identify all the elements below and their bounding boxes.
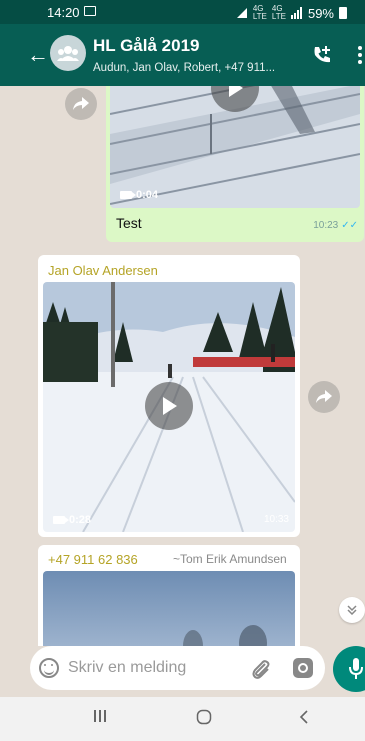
sender-profile-name: ~Tom Erik Amundsen xyxy=(173,552,287,566)
double-chevron-down-icon xyxy=(347,605,357,615)
play-icon xyxy=(229,86,243,97)
forward-icon xyxy=(316,390,332,403)
sender-phone[interactable]: +47 911 62 836 xyxy=(48,552,138,567)
voice-record-button[interactable] xyxy=(333,646,365,692)
incoming-video-message[interactable]: Jan Olav Andersen 0:28 10:33 xyxy=(38,255,300,537)
message-list[interactable]: 0:04 Test 10:23 ✓✓ Jan Olav Andersen 0:2… xyxy=(0,86,365,646)
play-icon xyxy=(163,397,177,415)
add-call-button[interactable] xyxy=(311,44,333,71)
message-composer xyxy=(30,646,325,690)
status-indicators: 4G LTE 4G LTE 59% xyxy=(236,5,347,21)
attach-icon[interactable] xyxy=(250,658,272,685)
network-4g-icon: 4G LTE xyxy=(252,4,267,21)
forward-button[interactable] xyxy=(65,88,97,120)
group-icon xyxy=(57,46,79,61)
video-thumbnail[interactable]: 0:28 10:33 xyxy=(43,282,295,532)
video-duration: 0:28 xyxy=(53,514,91,526)
paperclip-icon xyxy=(252,660,270,679)
overflow-menu-icon[interactable] xyxy=(358,46,362,67)
phone-plus-icon xyxy=(314,46,330,63)
video-camera-icon xyxy=(53,516,69,524)
video-thumbnail[interactable]: 0:04 xyxy=(110,86,360,208)
forward-button[interactable] xyxy=(308,381,340,413)
scroll-to-bottom-button[interactable] xyxy=(339,597,365,623)
play-button[interactable] xyxy=(145,382,193,430)
chat-title[interactable]: HL Gålå 2019 xyxy=(93,36,199,56)
outgoing-video-message[interactable]: 0:04 Test 10:23 ✓✓ xyxy=(106,86,364,242)
back-icon[interactable] xyxy=(298,709,310,730)
status-time: 14:20 xyxy=(47,5,80,20)
microphone-icon xyxy=(349,658,363,679)
sender-name[interactable]: Jan Olav Andersen xyxy=(48,263,158,278)
message-caption: Test xyxy=(116,215,142,231)
mute-signal-icon xyxy=(236,8,247,18)
video-duration: 0:04 xyxy=(120,189,158,201)
battery-percent: 59% xyxy=(307,5,334,21)
system-nav-bar xyxy=(0,697,365,741)
signal-bars-icon xyxy=(290,7,302,19)
home-icon[interactable] xyxy=(196,709,212,730)
message-input[interactable] xyxy=(68,656,238,680)
message-time: 10:23 ✓✓ xyxy=(313,220,358,231)
forward-icon xyxy=(73,97,89,110)
network-4g-icon-2: 4G LTE xyxy=(271,4,286,21)
group-avatar[interactable] xyxy=(50,35,86,71)
video-camera-icon xyxy=(120,191,136,199)
message-time: 10:33 xyxy=(263,514,289,525)
back-arrow-icon[interactable]: ← xyxy=(27,44,49,66)
chat-header: ← HL Gålå 2019 Audun, Jan Olav, Robert, … xyxy=(0,24,365,86)
chat-participants[interactable]: Audun, Jan Olav, Robert, +47 911... xyxy=(93,62,275,74)
incoming-video-message-2[interactable]: +47 911 62 836 ~Tom Erik Amundsen xyxy=(38,545,300,646)
emoji-icon[interactable] xyxy=(39,658,59,678)
recent-apps-icon[interactable] xyxy=(93,709,107,728)
blurred-video-image xyxy=(43,571,295,646)
video-thumbnail[interactable] xyxy=(43,571,295,646)
camera-icon[interactable] xyxy=(293,658,313,678)
read-receipt-icon: ✓✓ xyxy=(341,220,358,231)
battery-icon xyxy=(339,7,347,19)
status-bar: 14:20 4G LTE 4G LTE 59% xyxy=(0,0,365,24)
gallery-notification-icon xyxy=(84,6,96,16)
